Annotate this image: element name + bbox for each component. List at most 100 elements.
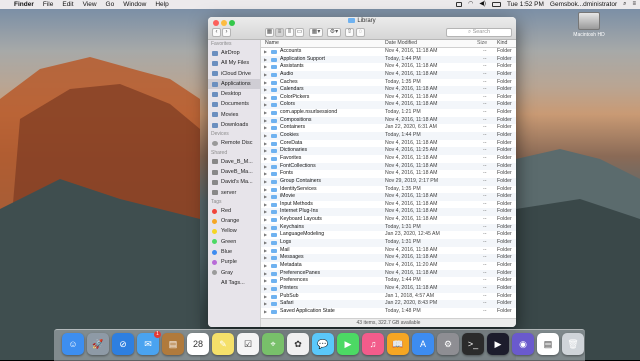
sidebar-item-downloads[interactable]: Downloads — [208, 120, 260, 130]
column-name-header[interactable]: Name — [265, 40, 279, 47]
disclosure-triangle-icon[interactable]: ▶ — [264, 63, 267, 71]
table-row[interactable]: ▶ Metadata Nov 4, 2016, 11:20 AM -- Folder — [261, 262, 516, 270]
disclosure-triangle-icon[interactable]: ▶ — [264, 254, 267, 262]
sidebar-tag-7[interactable]: All Tags... — [208, 278, 260, 288]
table-row[interactable]: ▶ CoreData Nov 4, 2016, 11:18 AM -- Folder — [261, 140, 516, 148]
disclosure-triangle-icon[interactable]: ▶ — [264, 308, 267, 316]
wifi-icon[interactable]: ◠ — [468, 0, 473, 9]
table-row[interactable]: ▶ Assistants Nov 4, 2016, 11:18 AM -- Folder — [261, 63, 516, 71]
column-date-header[interactable]: Date Modified — [385, 40, 417, 47]
table-row[interactable]: ▶ IdentityServices Today, 1:35 PM -- Folder — [261, 186, 516, 194]
table-row[interactable]: ▶ Keyboard Layouts Nov 4, 2016, 11:18 AM --… — [261, 216, 516, 224]
table-row[interactable]: ▶ Internet Plug-Ins Nov 4, 2016, 11:18 AM -… — [261, 208, 516, 217]
sidebar-item-all-my-files[interactable]: All My Files — [208, 58, 260, 68]
disclosure-triangle-icon[interactable]: ▶ — [264, 186, 267, 194]
dock-system-preferences-icon[interactable]: ⚙ — [437, 333, 459, 355]
table-row[interactable]: ▶ Saved Application State Today, 1:48 PM --… — [261, 308, 516, 316]
disclosure-triangle-icon[interactable]: ▶ — [264, 94, 267, 102]
disclosure-triangle-icon[interactable]: ▶ — [264, 293, 267, 301]
disclosure-triangle-icon[interactable]: ▶ — [264, 270, 267, 278]
dock-mail-icon[interactable]: ✉ 1 — [137, 331, 161, 355]
sidebar-item-shared-2[interactable]: David's Ma... — [208, 177, 260, 187]
disclosure-triangle-icon[interactable]: ▶ — [264, 147, 267, 155]
gallery-view-button[interactable]: ▭ — [295, 28, 304, 37]
menubar-user[interactable]: Gemsbok...dministrator — [550, 0, 617, 9]
share-button[interactable]: ⇧ — [345, 28, 354, 37]
menu-finder[interactable]: Finder — [14, 0, 34, 9]
menu-file[interactable]: File — [43, 0, 53, 9]
sidebar-item-airdrop[interactable]: AirDrop — [208, 48, 260, 58]
table-row[interactable]: ▶ Printers Nov 4, 2016, 11:18 AM -- Folder — [261, 284, 516, 293]
table-row[interactable]: ▶ Safari Jan 22, 2020, 8:43 PM -- Folder — [261, 300, 516, 308]
table-row[interactable]: ▶ Audio Nov 4, 2016, 11:18 AM -- Folder — [261, 70, 516, 79]
table-row[interactable]: ▶ Caches Today, 1:35 PM -- Folder — [261, 79, 516, 87]
arrange-button[interactable]: ▦▾ — [309, 28, 323, 37]
dock-maps-icon[interactable]: ⌖ — [262, 333, 284, 355]
table-row[interactable]: ▶ Colors Nov 4, 2016, 11:18 AM -- Folder — [261, 101, 516, 110]
dock-facetime-icon[interactable]: ▶ — [337, 333, 359, 355]
menubar-clock[interactable]: Tue 1:52 PM — [507, 0, 544, 9]
disclosure-triangle-icon[interactable]: ▶ — [264, 163, 267, 171]
sidebar-item-documents[interactable]: Documents — [208, 99, 260, 109]
tags-button[interactable]: ◌ — [356, 28, 365, 37]
dock-reminders-icon[interactable]: ☑ — [237, 333, 259, 355]
disclosure-triangle-icon[interactable]: ▶ — [264, 79, 267, 87]
dock-notes-icon[interactable]: ✎ — [212, 333, 234, 355]
table-row[interactable]: ▶ Group Containers Nov 29, 2019, 2:17 PM --… — [261, 177, 516, 186]
notification-center-icon[interactable]: ≡ — [632, 0, 636, 9]
icon-view-button[interactable]: ▦ — [265, 28, 274, 37]
disclosure-triangle-icon[interactable]: ▶ — [264, 208, 267, 216]
table-row[interactable]: ▶ Compositions Nov 4, 2016, 11:18 AM -- Fold… — [261, 116, 516, 125]
menu-window[interactable]: Window — [123, 0, 146, 9]
table-row[interactable]: ▶ PreferencePanes Nov 4, 2016, 11:18 AM -- F… — [261, 269, 516, 278]
disclosure-triangle-icon[interactable]: ▶ — [264, 71, 267, 79]
dock-quicktime-icon[interactable]: ▶ — [487, 333, 509, 355]
dock-finder-icon[interactable]: ☺ — [62, 333, 84, 355]
sidebar-item-shared-3[interactable]: server — [208, 188, 260, 198]
disclosure-triangle-icon[interactable]: ▶ — [264, 56, 267, 64]
list-view-button[interactable]: ≡ — [275, 28, 284, 37]
menu-edit[interactable]: Edit — [62, 0, 73, 9]
sidebar-item-icloud-drive[interactable]: iCloud Drive — [208, 69, 260, 79]
sidebar-item-desktop[interactable]: Desktop — [208, 89, 260, 99]
dock-spotlight-app-icon[interactable]: ◉ — [512, 333, 534, 355]
disclosure-triangle-icon[interactable]: ▶ — [264, 155, 267, 163]
search-field[interactable]: ⌕ Search — [446, 28, 512, 37]
table-row[interactable]: ▶ Favorites Nov 4, 2016, 11:18 AM -- Folder — [261, 155, 516, 163]
table-row[interactable]: ▶ LanguageModeling Jan 23, 2020, 12:45 AM -… — [261, 231, 516, 239]
sidebar-tag-4[interactable]: Blue — [208, 247, 260, 257]
disclosure-triangle-icon[interactable]: ▶ — [264, 140, 267, 148]
dock-trash-icon[interactable]: 🗑 — [562, 333, 584, 355]
dock-itunes-icon[interactable]: ♫ — [362, 333, 384, 355]
table-row[interactable]: ▶ FontCollections Nov 4, 2016, 11:18 AM -- F… — [261, 162, 516, 171]
sidebar-tag-1[interactable]: Orange — [208, 216, 260, 226]
table-row[interactable]: ▶ Logs Today, 1:31 PM -- Folder — [261, 239, 516, 247]
battery-icon[interactable] — [491, 2, 501, 7]
dock-launchpad-icon[interactable]: 🚀 — [87, 333, 109, 355]
dock-notes-book-icon[interactable]: ▤ — [162, 333, 184, 355]
table-row[interactable]: ▶ com.apple.nsurlsessiond Today, 1:21 PM --… — [261, 109, 516, 117]
disclosure-triangle-icon[interactable]: ▶ — [264, 231, 267, 239]
menu-view[interactable]: View — [83, 0, 97, 9]
sidebar-item-shared-0[interactable]: Dave_B_M... — [208, 157, 260, 167]
dock-messages-icon[interactable]: 💬 — [312, 333, 334, 355]
disclosure-triangle-icon[interactable]: ▶ — [264, 101, 267, 109]
airplay-icon[interactable] — [456, 2, 463, 7]
disclosure-triangle-icon[interactable]: ▶ — [264, 86, 267, 94]
dock-document-icon[interactable]: ▤ — [537, 333, 559, 355]
disclosure-triangle-icon[interactable]: ▶ — [264, 247, 267, 255]
dock-terminal-icon[interactable]: >_ — [462, 333, 484, 355]
sidebar-tag-3[interactable]: Green — [208, 237, 260, 247]
back-button[interactable]: ‹ — [212, 28, 221, 37]
table-row[interactable]: ▶ Calendars Nov 4, 2016, 11:18 AM -- Folder — [261, 86, 516, 94]
disclosure-triangle-icon[interactable]: ▶ — [264, 239, 267, 247]
dock-app-store-icon[interactable]: A — [412, 333, 434, 355]
dock-ibooks-icon[interactable]: 📖 — [387, 333, 409, 355]
sidebar-item-remote-disc[interactable]: Remote Disc — [208, 138, 260, 148]
sidebar-tag-5[interactable]: Purple — [208, 257, 260, 267]
sidebar-tag-6[interactable]: Gray — [208, 268, 260, 278]
column-size-header[interactable]: Size — [477, 40, 487, 47]
disclosure-triangle-icon[interactable]: ▶ — [264, 224, 267, 232]
disclosure-triangle-icon[interactable]: ▶ — [264, 117, 267, 125]
disclosure-triangle-icon[interactable]: ▶ — [264, 216, 267, 224]
